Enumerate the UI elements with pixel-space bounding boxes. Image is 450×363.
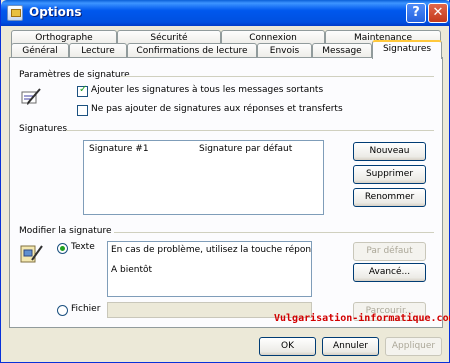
- signature-text-line1: En cas de problème, utilisez la touche r…: [111, 245, 312, 255]
- ok-button[interactable]: OK: [259, 337, 316, 356]
- list-item[interactable]: Signature #1 Signature par défaut: [86, 143, 321, 155]
- signatures-panel: Paramètres de signature Ajouter les sign…: [9, 57, 443, 328]
- file-radio-label: Fichier: [71, 304, 101, 314]
- file-radio[interactable]: [57, 305, 68, 316]
- rename-button[interactable]: Renommer: [353, 188, 426, 207]
- apply-button[interactable]: Appliquer: [385, 337, 442, 356]
- text-radio[interactable]: [57, 243, 68, 254]
- params-divider: [120, 76, 434, 77]
- new-button[interactable]: Nouveau: [353, 142, 426, 161]
- add-signature-checkbox[interactable]: [77, 84, 88, 97]
- close-button[interactable]: ✕: [428, 3, 448, 23]
- add-signature-label: Ajouter les signatures à tous les messag…: [91, 85, 324, 95]
- cancel-button[interactable]: Annuler: [322, 337, 379, 356]
- signatures-divider: [66, 130, 434, 131]
- window-title: Options: [29, 5, 82, 19]
- edit-group-label: Modifier la signature: [19, 226, 112, 236]
- watermark-text: Vulgarisation-informatique.com: [274, 313, 450, 324]
- help-button[interactable]: ?: [406, 3, 426, 23]
- signature-text-line2: A bientôt: [111, 265, 153, 275]
- default-button[interactable]: Par défaut: [353, 242, 426, 261]
- delete-button[interactable]: Supprimer: [353, 165, 426, 184]
- no-signature-replies-checkbox[interactable]: [77, 105, 88, 116]
- signatures-list[interactable]: Signature #1 Signature par défaut: [83, 140, 324, 215]
- signature-text-area[interactable]: En cas de problème, utilisez la touche r…: [107, 241, 312, 297]
- text-radio-label: Texte: [71, 242, 95, 252]
- signature-status: Signature par défaut: [199, 144, 293, 154]
- no-signature-replies-label: Ne pas ajouter de signatures aux réponse…: [91, 104, 343, 114]
- title-bar[interactable]: Options ? ✕: [1, 0, 450, 26]
- edit-signature-icon: [20, 242, 44, 267]
- signature-name: Signature #1: [89, 144, 149, 154]
- signature-pen-icon: [20, 86, 42, 111]
- params-group-label: Paramètres de signature: [19, 70, 130, 80]
- options-window: Options ? ✕ Orthographe Sécurité Connexi…: [0, 0, 450, 363]
- advanced-button[interactable]: Avancé...: [353, 263, 426, 282]
- options-app-icon: [7, 5, 23, 21]
- edit-divider: [114, 232, 434, 233]
- tab-signatures[interactable]: Signatures: [372, 40, 442, 59]
- signatures-group-label: Signatures: [19, 124, 68, 134]
